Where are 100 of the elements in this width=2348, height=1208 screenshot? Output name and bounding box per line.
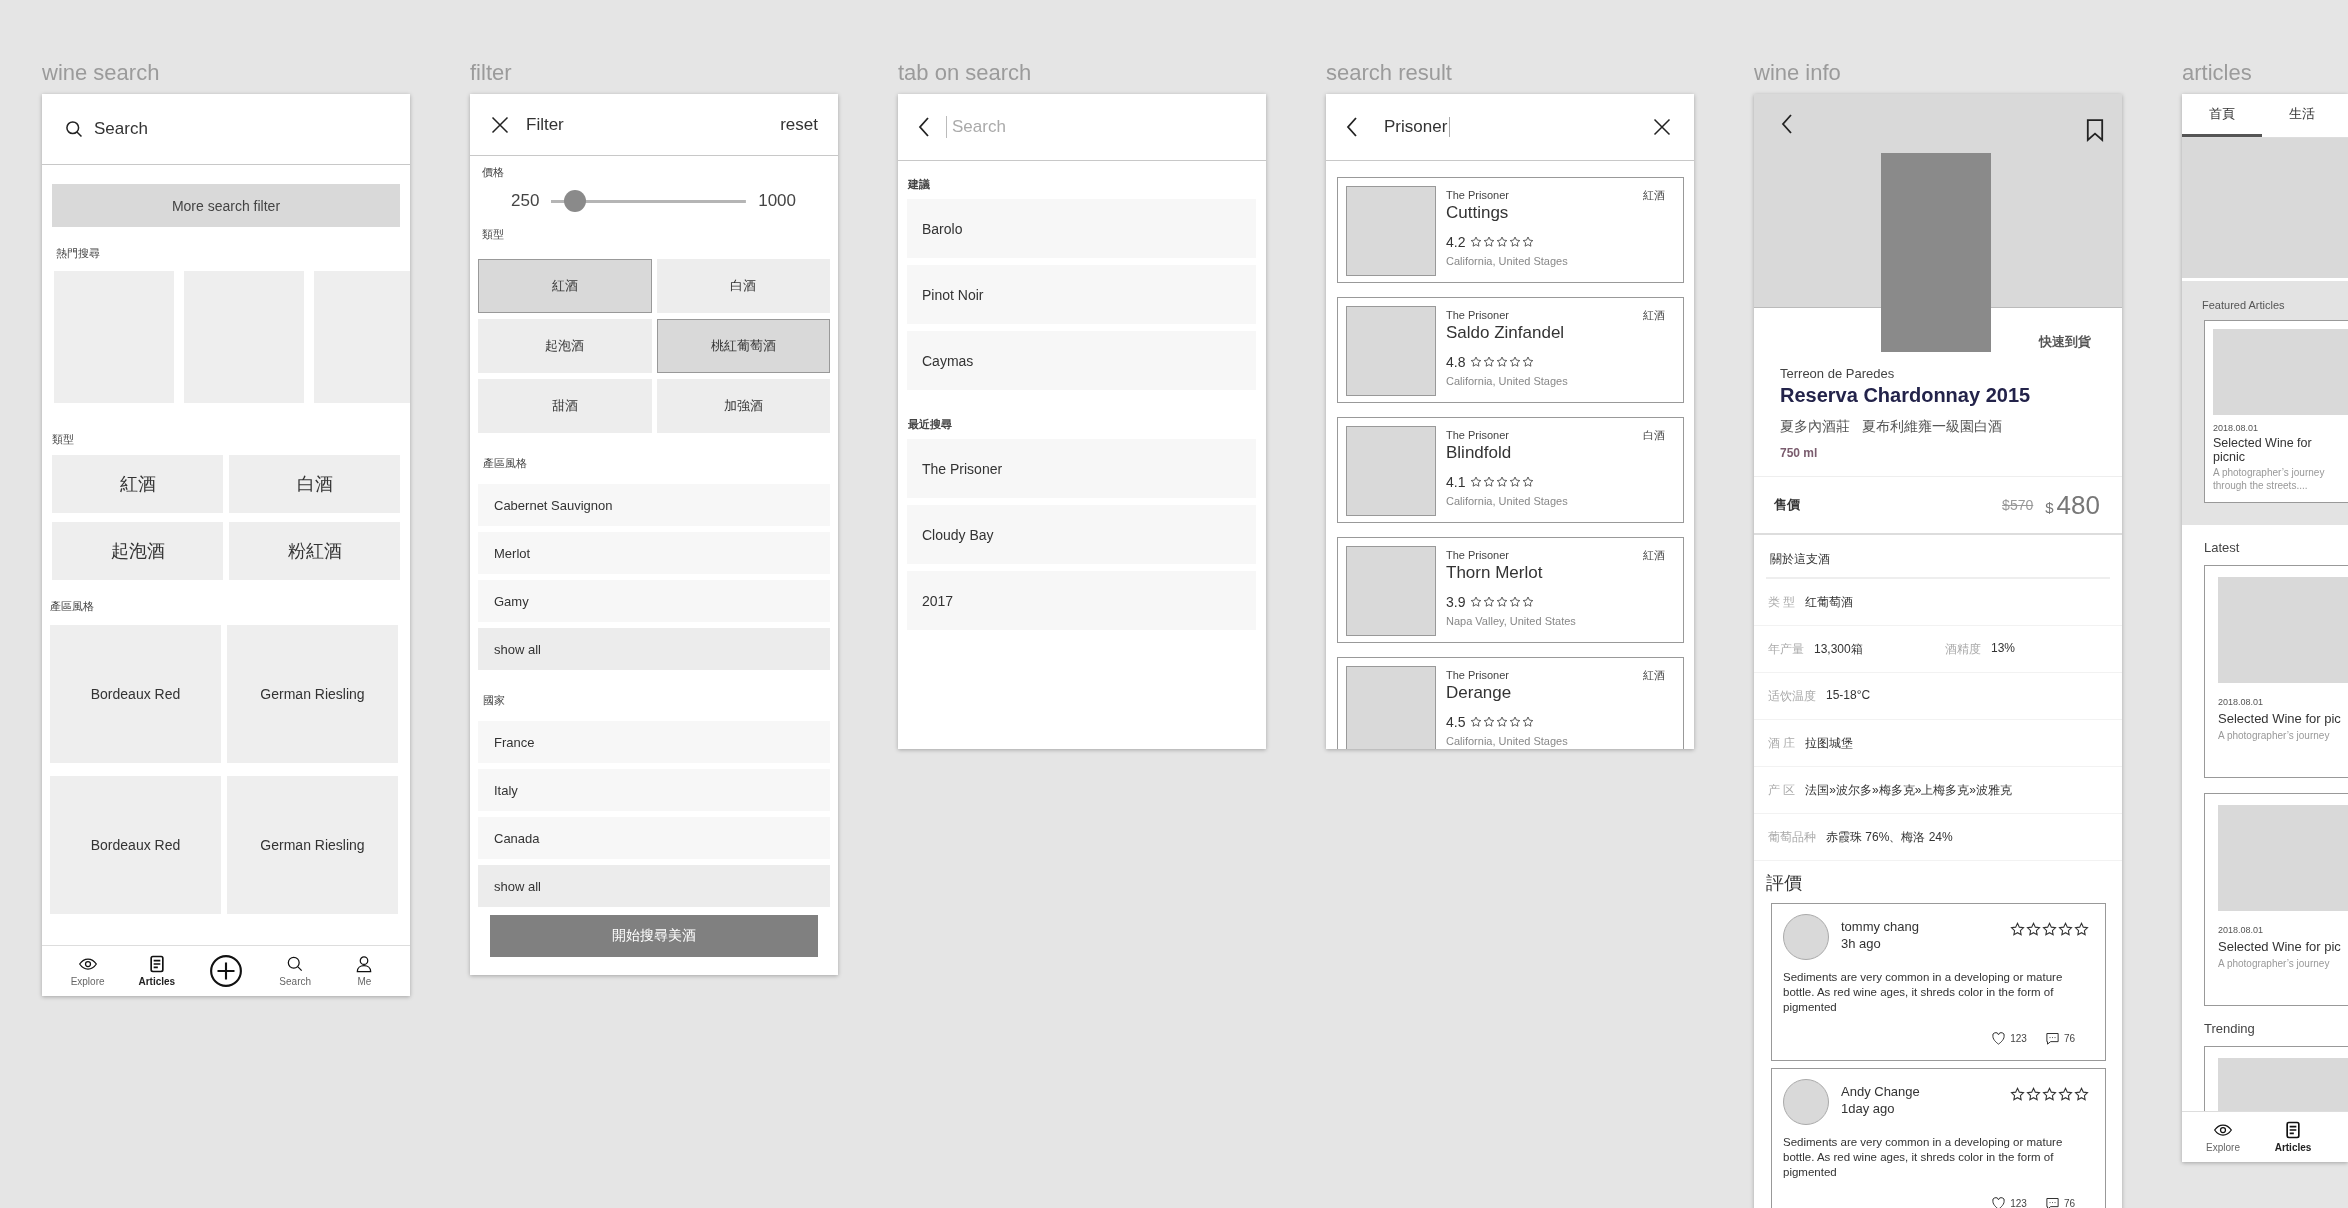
- suggestion-item[interactable]: Barolo: [907, 199, 1256, 258]
- wine-name: Reserva Chardonnay 2015: [1780, 383, 2032, 408]
- category-option[interactable]: 白酒: [656, 259, 830, 313]
- category-button[interactable]: 起泡酒: [52, 522, 223, 580]
- section-heading: 關於這支酒: [1766, 551, 2110, 579]
- category-option[interactable]: 加強酒: [656, 379, 830, 433]
- star-icon: [2042, 1087, 2057, 1102]
- category-button[interactable]: 紅酒: [52, 455, 223, 513]
- article-card[interactable]: 2018.08.01 Selected Wine for pic A photographer’s journey: [2204, 793, 2348, 1006]
- star-icon: [1509, 596, 1522, 608]
- bookmark-icon[interactable]: [2086, 118, 2104, 142]
- category-option[interactable]: 桃紅葡萄酒: [656, 319, 830, 373]
- list-option[interactable]: Cabernet Sauvignon: [478, 484, 830, 526]
- result-card[interactable]: The Prisoner Thorn Merlot 3.9 Napa Valley, United States 紅酒: [1337, 537, 1684, 643]
- search-button[interactable]: 開始搜尋美酒: [490, 915, 818, 957]
- comment-icon[interactable]: [2044, 1196, 2060, 1208]
- wine-name: Derange: [1446, 682, 1513, 704]
- result-card[interactable]: The Prisoner Saldo Zinfandel 4.8 California, United Stages 紅酒: [1337, 297, 1684, 403]
- category-option[interactable]: 紅酒: [478, 259, 652, 313]
- category-button[interactable]: 白酒: [229, 455, 400, 513]
- wine-type: 紅酒: [1643, 188, 1665, 203]
- wine-name: Saldo Zinfandel: [1446, 322, 1566, 344]
- wine-type: 紅酒: [1643, 668, 1665, 683]
- suggestion-item[interactable]: 2017: [907, 571, 1256, 630]
- close-icon[interactable]: [1652, 117, 1672, 137]
- star-icon: [1470, 476, 1483, 488]
- article-date: 2018.08.01: [2218, 925, 2265, 935]
- show-all-button[interactable]: show all: [478, 865, 830, 907]
- avatar: [1783, 1079, 1829, 1125]
- detail-value: 13%: [1991, 640, 2016, 657]
- suggestion-item[interactable]: The Prisoner: [907, 439, 1256, 498]
- section-heading: 類型: [482, 227, 504, 241]
- detail-value: 拉图城堡: [1805, 734, 1854, 752]
- slider-thumb[interactable]: [563, 190, 586, 212]
- list-option[interactable]: France: [478, 721, 830, 763]
- result-card[interactable]: The Prisoner Blindfold 4.1 California, United Stages 白酒: [1337, 417, 1684, 523]
- nav-item[interactable]: Search: [260, 946, 330, 996]
- category-option[interactable]: 起泡酒: [478, 319, 652, 373]
- back-icon[interactable]: [1346, 115, 1358, 139]
- detail-value: 赤霞珠 76%、梅洛 24%: [1826, 828, 1953, 846]
- article-card[interactable]: 2018.08.01 Selected Wine for pic A photographer’s journey: [2204, 565, 2348, 778]
- article-card[interactable]: 2018.08.01 Selected Wine for picnic A photographer’s journey through the streets....: [2204, 320, 2348, 503]
- wine-name: Thorn Merlot: [1446, 562, 1544, 584]
- screen-title: articles: [2182, 59, 2253, 87]
- nav-item[interactable]: Explore: [53, 946, 123, 996]
- tab[interactable]: 生活: [2262, 94, 2342, 137]
- list-option[interactable]: Merlot: [478, 532, 830, 574]
- list-option[interactable]: Italy: [478, 769, 830, 811]
- detail-label: 酒 庄: [1768, 734, 1796, 752]
- reset-button[interactable]: reset: [780, 114, 818, 135]
- category-button[interactable]: 粉紅酒: [229, 522, 400, 580]
- article-excerpt: A photographer’s journey: [2218, 729, 2331, 742]
- screen-title: wine search: [42, 59, 161, 87]
- detail-label: 酒精度: [1945, 640, 1981, 658]
- review-time: 1day ago: [1841, 1100, 1896, 1117]
- reviewer-name: tommy chang: [1841, 918, 1920, 935]
- heart-icon[interactable]: [1991, 1031, 2007, 1046]
- heart-icon[interactable]: [1991, 1196, 2007, 1208]
- section-heading: 產區風格: [483, 456, 527, 470]
- star-icon: [1470, 236, 1483, 248]
- rating-value: 4.1: [1446, 473, 1466, 491]
- nav-item[interactable]: Explore: [2188, 1112, 2258, 1162]
- star-icon: [1483, 596, 1496, 608]
- screen-header-title: Filter: [526, 114, 564, 135]
- result-card[interactable]: The Prisoner Cuttings 4.2 California, United Stages 紅酒: [1337, 177, 1684, 283]
- suggestion-item[interactable]: Cloudy Bay: [907, 505, 1256, 564]
- region-tile[interactable]: Bordeaux Red: [50, 776, 221, 914]
- section-heading: 產區風格: [50, 599, 94, 613]
- show-all-button[interactable]: show all: [478, 628, 830, 670]
- region-tile[interactable]: German Riesling: [227, 776, 398, 914]
- suggestion-item[interactable]: Pinot Noir: [907, 265, 1256, 324]
- filter-button[interactable]: More search filter: [52, 184, 400, 227]
- nav-item[interactable]: Me: [329, 946, 399, 996]
- search-field[interactable]: Prisoner: [1384, 117, 1451, 137]
- star-icon: [2074, 922, 2089, 937]
- nav-item[interactable]: Articles: [122, 946, 192, 996]
- article-date: 2018.08.01: [2213, 423, 2260, 433]
- star-icon: [1496, 476, 1509, 488]
- suggestion-item[interactable]: Caymas: [907, 331, 1256, 390]
- review-text: Sediments are very common in a developing or mature bottle. As red wine ages, it shreds color in the form of pigmented: [1783, 1135, 2064, 1180]
- review-time: 3h ago: [1841, 935, 1882, 952]
- nav-item[interactable]: Articles: [2258, 1112, 2328, 1162]
- star-icon: [1483, 236, 1496, 248]
- star-icon: [1483, 476, 1496, 488]
- list-option[interactable]: Canada: [478, 817, 830, 859]
- list-option[interactable]: Gamy: [478, 580, 830, 622]
- comment-icon[interactable]: [2044, 1031, 2060, 1046]
- close-icon[interactable]: [490, 114, 510, 135]
- star-icon: [1522, 716, 1535, 728]
- region-tile[interactable]: German Riesling: [227, 625, 398, 763]
- category-option[interactable]: 甜酒: [478, 379, 652, 433]
- star-icon: [1496, 356, 1509, 368]
- region-tile[interactable]: Bordeaux Red: [50, 625, 221, 763]
- star-icon: [1470, 596, 1483, 608]
- result-card[interactable]: The Prisoner Derange 4.5 California, United Stages 紅酒: [1337, 657, 1684, 749]
- star-icon: [2010, 1087, 2025, 1102]
- back-icon[interactable]: [918, 115, 930, 139]
- section-heading: 類型: [52, 432, 74, 446]
- back-icon[interactable]: [1781, 112, 1793, 136]
- producer-name: The Prisoner: [1446, 548, 1510, 562]
